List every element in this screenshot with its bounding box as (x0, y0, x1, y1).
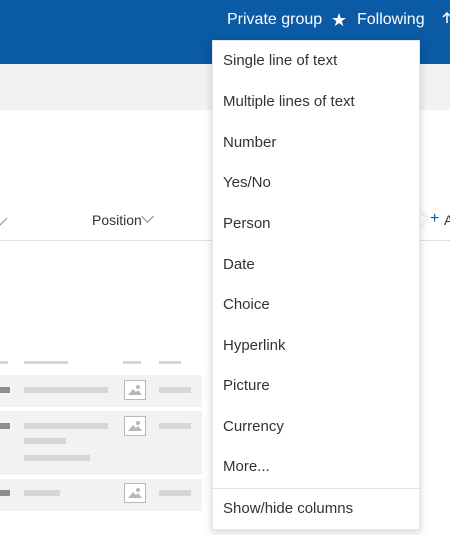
menu-item-more[interactable]: More... (213, 447, 419, 487)
menu-item-choice[interactable]: Choice (213, 285, 419, 325)
skeleton-line (159, 387, 191, 393)
menu-item-single-line-of-text[interactable]: Single line of text (213, 41, 419, 81)
menu-item-yes-no[interactable]: Yes/No (213, 163, 419, 203)
image-placeholder-icon (124, 416, 146, 436)
chevron-down-icon[interactable] (0, 210, 8, 227)
skeleton-line (159, 361, 181, 364)
skeleton-line (159, 423, 191, 429)
chevron-down-icon[interactable] (141, 210, 154, 223)
menu-item-picture[interactable]: Picture (213, 366, 419, 406)
menu-item-date[interactable]: Date (213, 245, 419, 285)
skeleton-line (24, 438, 66, 444)
column-header-position[interactable]: Position (92, 212, 142, 228)
skeleton-line (0, 423, 10, 429)
skeleton-line (24, 387, 108, 393)
column-type-menu: Single line of text Multiple lines of te… (212, 40, 420, 530)
following-button[interactable]: Following (357, 9, 425, 31)
skeleton-line (24, 361, 68, 364)
skeleton-line (0, 387, 10, 393)
menu-item-hyperlink[interactable]: Hyperlink (213, 326, 419, 366)
image-placeholder-icon (124, 380, 146, 400)
share-icon[interactable] (441, 11, 450, 25)
menu-item-multiple-lines-of-text[interactable]: Multiple lines of text (213, 82, 419, 122)
add-column-button[interactable]: + (430, 210, 439, 228)
add-column-label[interactable]: A (444, 212, 450, 228)
skeleton-line (24, 423, 108, 429)
skeleton-line (0, 490, 10, 496)
skeleton-line (24, 455, 90, 461)
group-privacy-label: Private group (227, 11, 323, 28)
star-icon[interactable]: ★ (331, 9, 347, 31)
menu-item-person[interactable]: Person (213, 204, 419, 244)
skeleton-line (24, 490, 60, 496)
skeleton-line (123, 361, 141, 364)
menu-item-show-hide-columns[interactable]: Show/hide columns (213, 489, 419, 529)
menu-item-number[interactable]: Number (213, 123, 419, 163)
image-placeholder-icon (124, 483, 146, 503)
menu-item-currency[interactable]: Currency (213, 407, 419, 447)
skeleton-line (159, 490, 191, 496)
skeleton-line (0, 361, 8, 364)
